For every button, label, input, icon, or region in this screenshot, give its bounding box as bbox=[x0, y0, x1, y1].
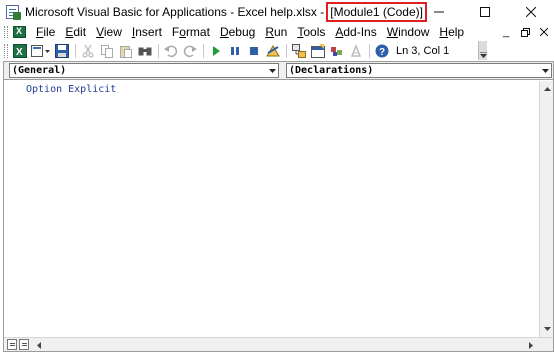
code-window: (General) (Declarations) Option Explicit bbox=[3, 61, 554, 352]
properties-icon bbox=[311, 43, 325, 58]
paste-icon bbox=[120, 45, 132, 58]
horizontal-scrollbar[interactable] bbox=[4, 337, 553, 351]
code-editor[interactable]: Option Explicit bbox=[4, 81, 538, 337]
toolbar-overflow-button[interactable] bbox=[478, 41, 487, 60]
mdi-restore-button[interactable] bbox=[517, 24, 533, 40]
reset-button[interactable] bbox=[245, 42, 263, 59]
object-combo-value: (General) bbox=[12, 65, 67, 76]
restore-icon bbox=[520, 27, 530, 37]
scroll-up-icon[interactable] bbox=[540, 83, 554, 95]
toolbar-separator bbox=[286, 43, 287, 58]
find-button[interactable] bbox=[136, 42, 154, 59]
project-explorer-icon bbox=[292, 43, 306, 58]
menu-debug[interactable]: Debug bbox=[215, 24, 260, 40]
undo-icon bbox=[164, 45, 178, 57]
menu-edit[interactable]: Edit bbox=[60, 24, 91, 40]
menu-grip[interactable] bbox=[4, 26, 8, 38]
minimize-icon bbox=[434, 11, 444, 12]
chevron-down-icon[interactable] bbox=[267, 64, 278, 77]
chevron-down-icon bbox=[479, 52, 487, 58]
cursor-position: Ln 3, Col 1 bbox=[396, 44, 450, 57]
toolbar-separator bbox=[75, 43, 76, 58]
design-mode-button[interactable] bbox=[264, 42, 282, 59]
full-module-view-button[interactable] bbox=[19, 339, 29, 350]
menu-insert[interactable]: Insert bbox=[127, 24, 167, 40]
window-title-prefix: Microsoft Visual Basic for Applications … bbox=[25, 4, 325, 19]
design-mode-icon bbox=[266, 44, 280, 56]
break-button[interactable] bbox=[226, 42, 244, 59]
svg-text:?: ? bbox=[379, 47, 385, 58]
run-button[interactable] bbox=[207, 42, 225, 59]
code-window-icon[interactable] bbox=[13, 25, 27, 39]
menu-file[interactable]: File bbox=[31, 24, 60, 40]
svg-text:X: X bbox=[16, 47, 23, 58]
scroll-left-icon[interactable] bbox=[33, 339, 45, 351]
menu-tools[interactable]: Tools bbox=[292, 24, 330, 40]
paste-button[interactable] bbox=[117, 42, 135, 59]
maximize-button[interactable] bbox=[462, 0, 508, 23]
menu-format[interactable]: Format bbox=[167, 24, 215, 40]
toolbar-separator bbox=[369, 43, 370, 58]
chevron-down-icon[interactable] bbox=[540, 64, 551, 77]
break-icon bbox=[231, 46, 239, 55]
menu-add-ins[interactable]: Add-Ins bbox=[330, 24, 381, 40]
vba-app-icon[interactable] bbox=[5, 4, 21, 20]
toolbox-icon bbox=[350, 43, 362, 57]
mdi-controls: _ bbox=[495, 23, 552, 41]
cut-button[interactable] bbox=[79, 42, 97, 59]
size-grip[interactable] bbox=[539, 338, 553, 351]
menu-view[interactable]: View bbox=[91, 24, 127, 40]
procedure-view-button[interactable] bbox=[7, 339, 17, 350]
maximize-icon bbox=[480, 6, 490, 17]
close-icon bbox=[540, 28, 548, 36]
view-excel-icon: X bbox=[13, 43, 27, 58]
object-combo[interactable]: (General) bbox=[9, 63, 279, 78]
save-button[interactable] bbox=[53, 42, 71, 59]
copy-button[interactable] bbox=[98, 42, 116, 59]
scroll-right-icon[interactable] bbox=[525, 339, 537, 351]
code-line[interactable]: Option Explicit bbox=[26, 84, 116, 95]
procedure-combo-value: (Declarations) bbox=[289, 65, 374, 76]
find-icon bbox=[138, 47, 152, 55]
standard-toolbar: X ? Ln 3, Col 1 bbox=[0, 41, 554, 60]
window-controls bbox=[416, 0, 554, 23]
insert-module-button[interactable] bbox=[30, 42, 52, 59]
redo-icon bbox=[183, 45, 197, 57]
title-bar: Microsoft Visual Basic for Applications … bbox=[0, 0, 554, 23]
object-browser-button[interactable] bbox=[328, 42, 346, 59]
toolbar-separator bbox=[158, 43, 159, 58]
reset-icon bbox=[250, 46, 258, 55]
view-excel-button[interactable]: X bbox=[11, 42, 29, 59]
menu-help[interactable]: Help bbox=[434, 24, 469, 40]
save-icon bbox=[55, 43, 69, 58]
close-button[interactable] bbox=[508, 0, 554, 23]
minimize-button[interactable] bbox=[416, 0, 462, 23]
code-window-combos: (General) (Declarations) bbox=[4, 62, 553, 80]
vertical-scrollbar[interactable] bbox=[539, 81, 553, 337]
properties-button[interactable] bbox=[309, 42, 327, 59]
procedure-combo[interactable]: (Declarations) bbox=[286, 63, 552, 78]
undo-button[interactable] bbox=[162, 42, 180, 59]
run-icon bbox=[213, 45, 220, 56]
window-title: Microsoft Visual Basic for Applications … bbox=[25, 1, 427, 22]
window-title-module: [Module1 (Code)] bbox=[326, 1, 427, 22]
object-browser-icon bbox=[331, 46, 342, 56]
toolbar-grip[interactable] bbox=[4, 43, 8, 58]
menu-run[interactable]: Run bbox=[260, 24, 292, 40]
mdi-minimize-button[interactable]: _ bbox=[498, 24, 514, 40]
project-explorer-button[interactable] bbox=[290, 42, 308, 59]
close-icon bbox=[526, 6, 536, 17]
insert-module-icon bbox=[31, 44, 50, 57]
help-icon: ? bbox=[375, 44, 389, 58]
menu-bar: File Edit View Insert Format Debug Run T… bbox=[0, 23, 554, 41]
menu-window[interactable]: Window bbox=[382, 24, 435, 40]
redo-button[interactable] bbox=[181, 42, 199, 59]
copy-icon bbox=[101, 44, 113, 58]
toolbox-button[interactable] bbox=[347, 42, 365, 59]
help-button[interactable]: ? bbox=[373, 42, 391, 59]
mdi-close-button[interactable] bbox=[536, 24, 552, 40]
cut-icon bbox=[82, 44, 94, 57]
toolbar-separator bbox=[203, 43, 204, 58]
scroll-down-icon[interactable] bbox=[540, 323, 554, 335]
